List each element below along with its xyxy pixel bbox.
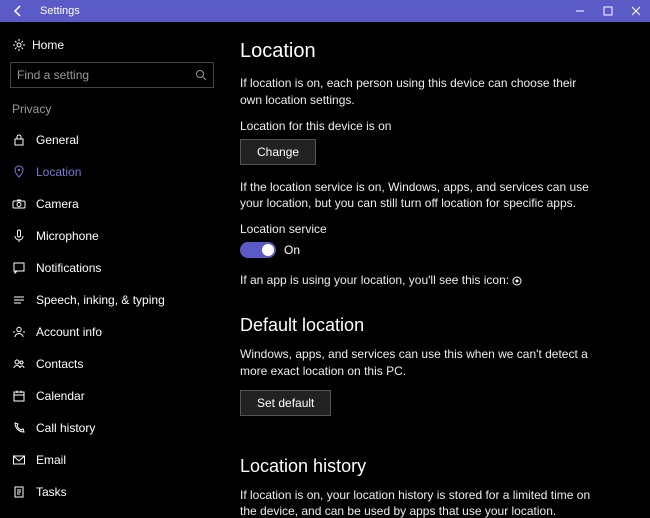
default-location-heading: Default location [240,315,622,336]
device-status-label: Location for this device is on [240,119,622,133]
location-history-heading: Location history [240,456,622,477]
toggle-knob [262,244,274,256]
search-icon [195,69,207,81]
sidebar-item-label: Calendar [36,389,85,403]
sidebar-item-callhistory[interactable]: Call history [0,412,224,444]
service-label: Location service [240,222,622,236]
main-panel: Location If location is on, each person … [224,22,650,518]
account-icon [12,325,36,339]
lock-icon [12,133,36,147]
default-location-desc: Windows, apps, and services can use this… [240,346,600,380]
maximize-button[interactable] [594,0,622,22]
set-default-button[interactable]: Set default [240,390,331,416]
window-controls [566,0,650,22]
sidebar-item-camera[interactable]: Camera [0,188,224,220]
search-input[interactable] [17,68,195,82]
location-service-toggle[interactable] [240,242,276,258]
sidebar-item-label: Speech, inking, & typing [36,293,165,307]
sidebar-item-label: Notifications [36,261,101,275]
speech-icon [12,293,36,307]
tasks-icon [12,485,36,499]
sidebar-item-calendar[interactable]: Calendar [0,380,224,412]
sidebar-item-location[interactable]: Location [0,156,224,188]
sidebar-item-contacts[interactable]: Contacts [0,348,224,380]
sidebar-item-label: General [36,133,79,147]
maximize-icon [603,6,613,16]
sidebar-item-general[interactable]: General [0,124,224,156]
sidebar-item-speech[interactable]: Speech, inking, & typing [0,284,224,316]
minimize-icon [575,6,585,16]
sidebar-item-account[interactable]: Account info [0,316,224,348]
window-title: Settings [36,5,566,17]
sidebar-item-microphone[interactable]: Microphone [0,220,224,252]
close-button[interactable] [622,0,650,22]
sidebar-item-label: Tasks [36,485,67,499]
location-icon [12,165,36,179]
home-label: Home [32,38,64,52]
sidebar-item-email[interactable]: Email [0,444,224,476]
section-label: Privacy [0,102,224,124]
location-in-use-icon [512,276,522,286]
email-icon [12,453,36,467]
sidebar: Home Privacy General Location Camera Mic… [0,22,224,518]
gear-icon [12,38,32,52]
calendar-icon [12,389,36,403]
back-button[interactable] [0,0,36,22]
page-title: Location [240,40,622,63]
location-history-desc: If location is on, your location history… [240,487,600,518]
phone-icon [12,421,36,435]
sidebar-item-label: Account info [36,325,102,339]
sidebar-item-label: Location [36,165,81,179]
sidebar-item-label: Camera [36,197,79,211]
sidebar-item-label: Call history [36,421,95,435]
arrow-left-icon [11,4,25,18]
notifications-icon [12,261,36,275]
icon-note: If an app is using your location, you'll… [240,272,600,289]
sidebar-item-label: Email [36,453,66,467]
camera-icon [12,197,36,211]
location-intro: If location is on, each person using thi… [240,75,600,109]
search-box[interactable] [10,62,214,88]
minimize-button[interactable] [566,0,594,22]
sidebar-item-tasks[interactable]: Tasks [0,476,224,508]
service-intro: If the location service is on, Windows, … [240,179,600,213]
home-button[interactable]: Home [0,34,224,62]
sidebar-item-label: Contacts [36,357,83,371]
microphone-icon [12,229,36,243]
change-button[interactable]: Change [240,139,316,165]
toggle-state-label: On [284,243,300,257]
close-icon [631,6,641,16]
titlebar: Settings [0,0,650,22]
sidebar-item-label: Microphone [36,229,99,243]
sidebar-item-notifications[interactable]: Notifications [0,252,224,284]
contacts-icon [12,357,36,371]
